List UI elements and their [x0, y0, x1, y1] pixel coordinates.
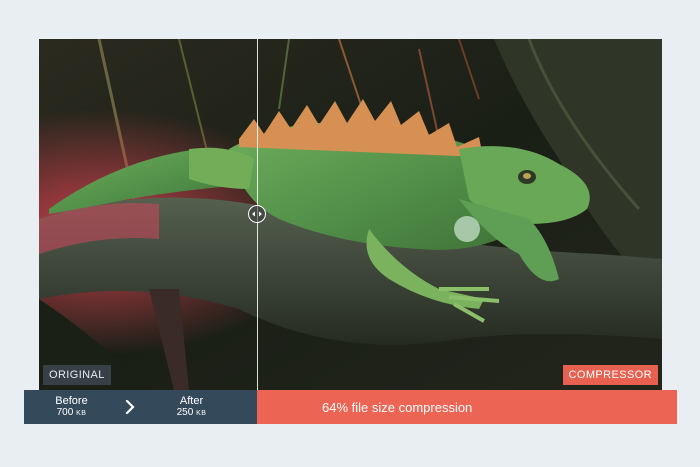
- iguana-photo: [39, 39, 662, 390]
- before-stat: Before 700 KB: [24, 394, 119, 419]
- image-comparison[interactable]: ORIGINAL COMPRESSOR: [39, 39, 662, 390]
- compressor-label: COMPRESSOR: [562, 365, 658, 385]
- double-arrow-icon: [252, 211, 262, 217]
- after-stat: After 250 KB: [144, 394, 239, 419]
- chevron-right-icon: [125, 399, 135, 415]
- after-size: 250 KB: [176, 406, 207, 418]
- before-label: Before: [55, 394, 88, 407]
- original-label: ORIGINAL: [43, 365, 111, 385]
- stats-bar: Before 700 KB After 250 KB 64% file size…: [24, 390, 677, 424]
- size-stats: Before 700 KB After 250 KB: [24, 390, 257, 424]
- after-label: After: [179, 394, 204, 407]
- before-size: 700 KB: [56, 406, 87, 418]
- compression-message: 64% file size compression: [257, 390, 677, 424]
- slider-handle[interactable]: [248, 205, 266, 223]
